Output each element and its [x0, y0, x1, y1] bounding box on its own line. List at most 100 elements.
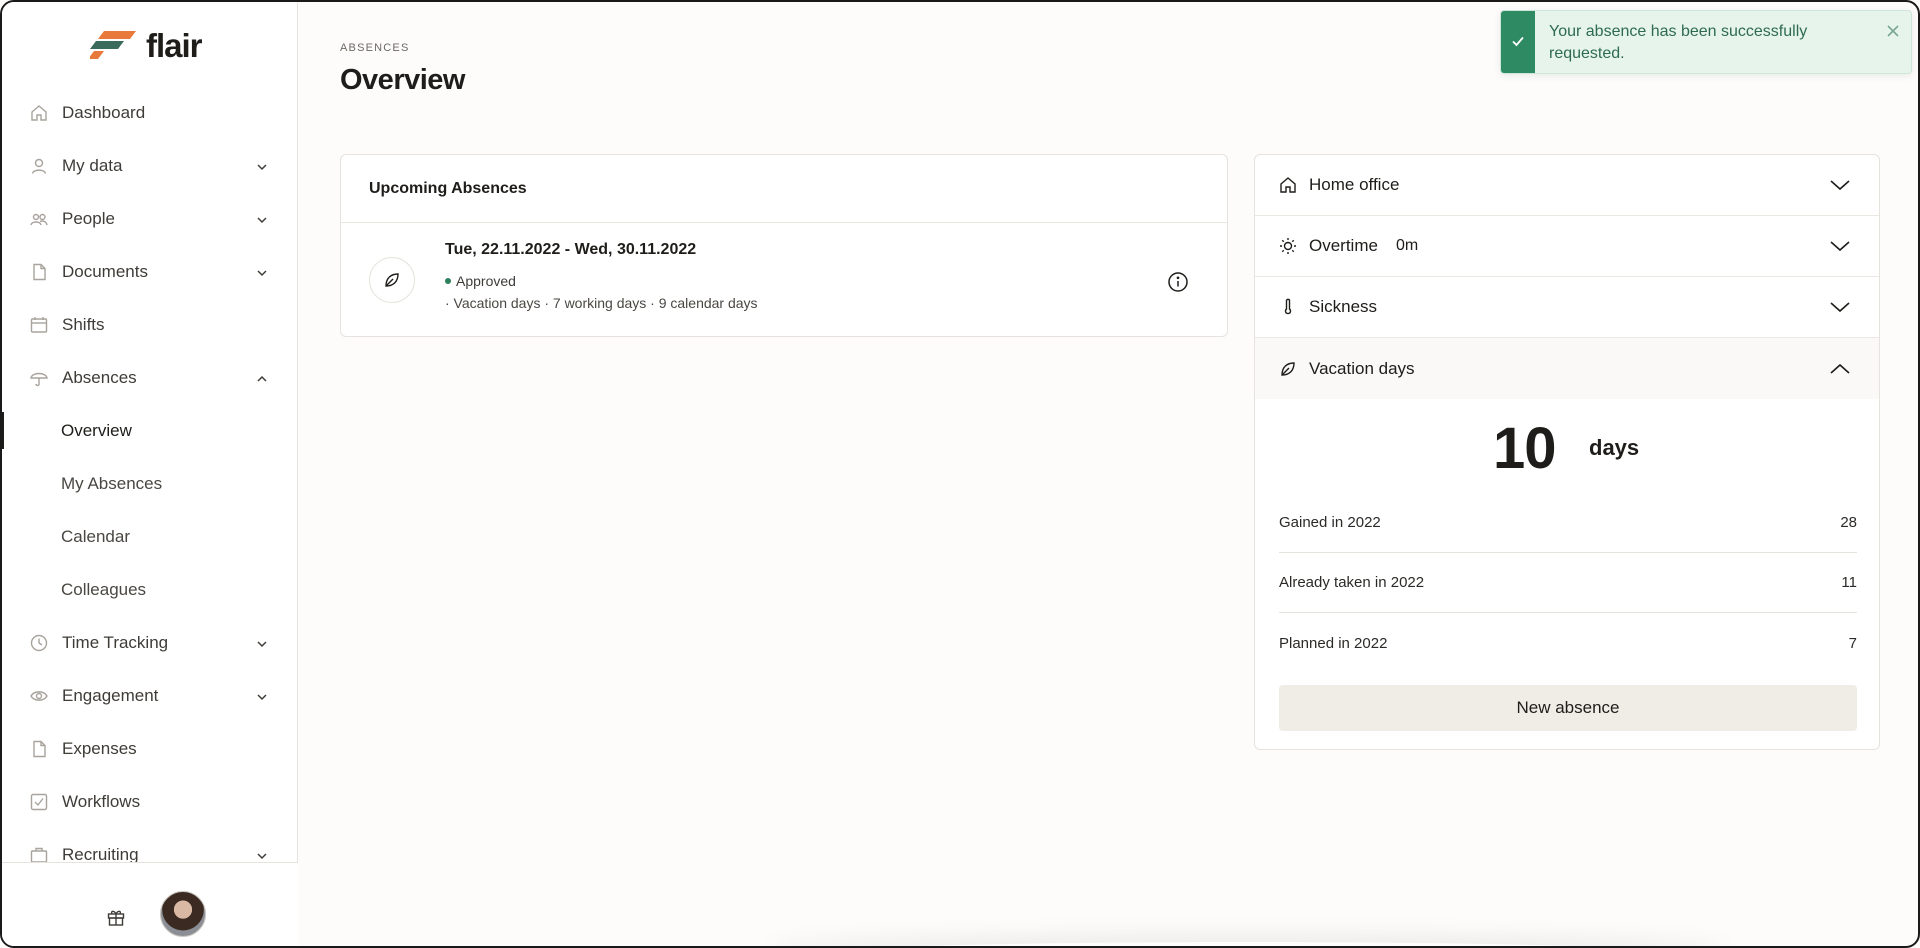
accordion-home-office[interactable]: Home office: [1255, 155, 1879, 216]
absence-categories-card: Home office Overtime 0m Sickness Vacatio…: [1254, 154, 1880, 750]
sidebar-item-my-absences[interactable]: My Absences: [2, 457, 298, 510]
sidebar-item-documents[interactable]: Documents: [2, 245, 298, 298]
sidebar-item-absences[interactable]: Absences: [2, 351, 298, 404]
toast-message: Your absence has been successfully reque…: [1549, 23, 1808, 62]
upcoming-absences-title: Upcoming Absences: [341, 155, 1227, 223]
eye-icon: [30, 687, 48, 705]
chevron-down-icon: [1829, 239, 1851, 253]
sidebar-item-shifts[interactable]: Shifts: [2, 298, 298, 351]
stat-value: 11: [1841, 574, 1857, 591]
info-icon[interactable]: [1167, 271, 1189, 293]
sidebar-item-expenses[interactable]: Expenses: [2, 722, 298, 775]
stat-row-planned: Planned in 2022 7: [1279, 613, 1857, 673]
chevron-down-icon: [256, 213, 268, 225]
sidebar-item-label: Colleagues: [61, 579, 147, 599]
gift-icon[interactable]: [106, 907, 126, 927]
chevron-down-icon: [1829, 178, 1851, 192]
vacation-balance: 10: [1493, 416, 1557, 481]
stat-row-gained: Gained in 2022 28: [1279, 493, 1857, 553]
accordion-sickness[interactable]: Sickness: [1255, 277, 1879, 338]
check-icon: [1511, 34, 1525, 53]
user-icon: [30, 157, 48, 175]
overtime-value: 0m: [1395, 237, 1419, 254]
sidebar-item-label: Dashboard: [62, 102, 146, 122]
sidebar-item-label: Overview: [61, 420, 132, 440]
sidebar-item-time-tracking[interactable]: Time Tracking: [2, 616, 298, 669]
sidebar-item-recruiting[interactable]: Recruiting: [2, 828, 298, 862]
category-label: Sickness: [1309, 297, 1378, 316]
briefcase-icon: [30, 846, 48, 862]
sidebar-item-label: Absences: [62, 367, 137, 387]
stat-label: Gained in 2022: [1279, 514, 1381, 531]
category-label: Overtime: [1309, 236, 1378, 255]
sidebar-item-label: Expenses: [62, 738, 137, 758]
sidebar-footer: [2, 862, 298, 946]
upcoming-absences-card: Upcoming Absences Tue, 22.11.2022 - Wed,…: [340, 154, 1228, 337]
bottom-panel-shadow: [768, 942, 1728, 946]
umbrella-icon: [30, 369, 48, 387]
chevron-down-icon: [256, 266, 268, 278]
stat-value: 28: [1840, 514, 1857, 531]
logo[interactable]: flair: [88, 27, 203, 64]
absence-meta: · Vacation days · 7 working days · 9 cal…: [445, 295, 758, 311]
sidebar-item-label: People: [62, 208, 115, 228]
avatar[interactable]: [160, 891, 206, 937]
breadcrumb: ABSENCES: [340, 42, 410, 54]
sidebar-item-overview[interactable]: Overview: [2, 404, 298, 457]
calendar-icon: [30, 316, 48, 334]
sidebar-item-colleagues[interactable]: Colleagues: [2, 563, 298, 616]
stat-row-taken: Already taken in 2022 11: [1279, 553, 1857, 613]
absence-dates: Tue, 22.11.2022 - Wed, 30.11.2022: [445, 241, 697, 258]
chevron-down-icon: [256, 690, 268, 702]
sidebar-item-label: Documents: [62, 261, 148, 281]
chevron-down-icon: [1829, 300, 1851, 314]
new-absence-button[interactable]: New absence: [1279, 685, 1857, 731]
document-icon: [30, 263, 48, 281]
sidebar-item-my-data[interactable]: My data: [2, 139, 298, 192]
app-name: flair: [146, 27, 203, 64]
vacation-balance-unit: days: [1589, 435, 1640, 460]
clock-icon: [30, 634, 48, 652]
status-label: Approved: [456, 273, 516, 289]
sidebar-item-label: My data: [62, 155, 123, 175]
sidebar-item-calendar[interactable]: Calendar: [2, 510, 298, 563]
sidebar-item-label: Shifts: [62, 314, 105, 334]
app-window: flair Dashboard My data People Documents…: [0, 0, 1920, 948]
sidebar-item-label: Engagement: [62, 685, 159, 705]
sidebar-item-dashboard[interactable]: Dashboard: [2, 86, 298, 139]
chevron-down-icon: [256, 849, 268, 861]
sidebar-item-label: Workflows: [62, 791, 141, 811]
leaf-icon: [1279, 360, 1297, 378]
sidebar-item-workflows[interactable]: Workflows: [2, 775, 298, 828]
stat-value: 7: [1848, 634, 1857, 652]
absence-list-item[interactable]: Tue, 22.11.2022 - Wed, 30.11.2022 Approv…: [341, 223, 1227, 337]
sidebar-item-label: Time Tracking: [62, 632, 169, 652]
stat-label: Planned in 2022: [1279, 634, 1388, 652]
people-icon: [30, 210, 48, 228]
success-toast: Your absence has been successfully reque…: [1500, 10, 1912, 74]
accordion-overtime[interactable]: Overtime 0m: [1255, 216, 1879, 277]
sidebar-item-people[interactable]: People: [2, 192, 298, 245]
status-dot-icon: [445, 278, 451, 284]
thermometer-icon: [1279, 298, 1297, 316]
status-badge: Approved: [445, 273, 516, 289]
checkbox-icon: [30, 793, 48, 811]
chevron-down-icon: [256, 637, 268, 649]
sidebar-nav: Dashboard My data People Documents Shift…: [2, 86, 298, 862]
sidebar-item-label: Recruiting: [62, 844, 139, 863]
accordion-vacation-days[interactable]: Vacation days: [1255, 338, 1879, 399]
stat-label: Already taken in 2022: [1279, 574, 1425, 591]
chevron-down-icon: [256, 160, 268, 172]
sidebar: flair Dashboard My data People Documents…: [2, 2, 298, 946]
chevron-up-icon: [256, 372, 268, 384]
home-icon: [30, 104, 48, 122]
chevron-up-icon: [1829, 362, 1851, 376]
receipt-icon: [30, 740, 48, 758]
close-icon[interactable]: [1885, 23, 1901, 39]
sidebar-item-label: Calendar: [61, 526, 130, 546]
main-content: ABSENCES Overview Upcoming Absences Tue,…: [298, 2, 1918, 946]
sun-icon: [1279, 237, 1297, 255]
toast-status-strip: [1501, 11, 1535, 73]
sidebar-item-engagement[interactable]: Engagement: [2, 669, 298, 722]
page-title: Overview: [340, 64, 465, 96]
